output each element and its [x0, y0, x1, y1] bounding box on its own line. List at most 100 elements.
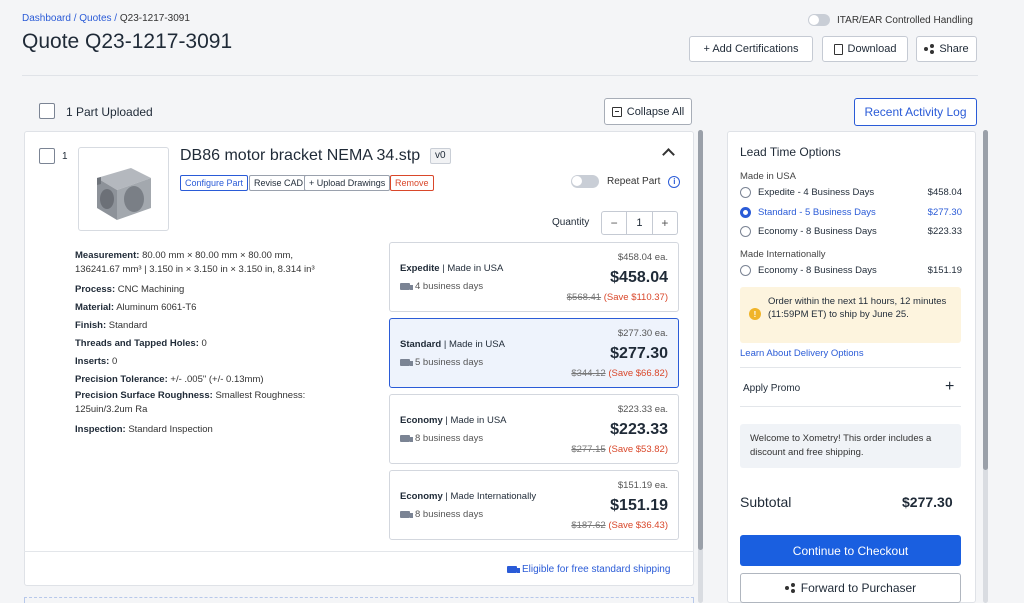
option-name: Expedite | Made in USA	[400, 263, 504, 274]
divider	[740, 367, 961, 368]
lead-time-option-expedite[interactable]: Expedite - 4 Business Days $458.04	[740, 187, 962, 198]
sidebar-scrollbar-thumb[interactable]	[983, 130, 988, 470]
download-button[interactable]: Download	[822, 36, 908, 62]
itar-label: ITAR/EAR Controlled Handling	[837, 14, 973, 26]
option-days: 8 business days	[400, 509, 483, 520]
breadcrumb-quotes-link[interactable]: Quotes	[79, 13, 111, 24]
option-savings: $187.62 (Save $36.43)	[571, 520, 668, 531]
quantity-stepper: − 1 +	[601, 211, 678, 235]
add-certifications-label: + Add Certifications	[703, 43, 799, 55]
option-name: Economy | Made Internationally	[400, 491, 537, 502]
lead-time-option-standard[interactable]: Standard - 5 Business Days $277.30	[740, 207, 962, 218]
lead-time-price: $277.30	[927, 207, 962, 218]
itar-toggle[interactable]	[808, 14, 830, 26]
option-price: $151.19	[610, 497, 668, 514]
option-days: 5 business days	[400, 357, 483, 368]
part-index: 1	[62, 151, 68, 162]
lead-time-option-economy-usa[interactable]: Economy - 8 Business Days $223.33	[740, 226, 962, 237]
lead-time-label: Standard - 5 Business Days	[758, 207, 876, 218]
collapse-icon	[611, 106, 622, 117]
quantity-label: Quantity	[552, 217, 590, 228]
share-label: Share	[939, 43, 969, 55]
info-icon[interactable]: i	[668, 175, 681, 188]
page-title: Quote Q23-1217-3091	[22, 30, 233, 53]
pricing-option-economy-usa[interactable]: Economy | Made in USA 8 business days $2…	[389, 394, 679, 464]
lead-time-label: Economy - 8 Business Days	[758, 226, 877, 237]
divider	[740, 406, 961, 407]
remove-part-button[interactable]: Remove	[390, 175, 434, 191]
collapse-all-button[interactable]: Collapse All	[604, 98, 692, 125]
sidebar-scrollbar[interactable]	[983, 130, 988, 603]
ship-deadline-text: Order within the next 11 hours, 12 minut…	[768, 296, 947, 320]
radio-button[interactable]	[740, 226, 751, 237]
quantity-input[interactable]: 1	[626, 212, 653, 234]
option-savings: $344.12 (Save $66.82)	[571, 368, 668, 379]
repeat-part-group: Repeat Part i	[571, 175, 681, 188]
free-shipping-link[interactable]: Eligible for free standard shipping	[507, 564, 670, 575]
breadcrumb-dashboard-link[interactable]: Dashboard	[22, 13, 71, 24]
spec-roughness: Precision Surface Roughness: Smallest Ro…	[75, 390, 306, 415]
add-certifications-button[interactable]: + Add Certifications	[689, 36, 813, 62]
spec-inserts: Inserts: 0	[75, 356, 118, 367]
recent-activity-log-button[interactable]: Recent Activity Log	[854, 98, 977, 126]
option-price: $277.30	[610, 345, 668, 362]
option-unit-price: $151.19 ea.	[617, 480, 668, 491]
truck-icon	[400, 283, 413, 290]
upload-drawings-button[interactable]: + Upload Drawings	[304, 175, 391, 191]
spec-finish: Finish: Standard	[75, 320, 148, 331]
option-unit-price: $458.04 ea.	[617, 252, 668, 263]
repeat-part-label: Repeat Part	[607, 176, 661, 187]
parts-scrollbar[interactable]	[698, 130, 703, 603]
apply-promo-label[interactable]: Apply Promo	[743, 383, 800, 394]
quantity-decrement-button[interactable]: −	[602, 212, 626, 234]
radio-button-selected[interactable]	[740, 207, 751, 218]
option-price: $458.04	[610, 269, 668, 286]
pricing-option-economy-intl[interactable]: Economy | Made Internationally 8 busines…	[389, 470, 679, 540]
forward-to-purchaser-button[interactable]: Forward to Purchaser	[740, 573, 961, 603]
radio-button[interactable]	[740, 265, 751, 276]
option-days: 4 business days	[400, 281, 483, 292]
pricing-option-standard[interactable]: Standard | Made in USA 5 business days $…	[389, 318, 679, 388]
lead-time-label: Economy - 8 Business Days	[758, 265, 877, 276]
spec-material: Material: Aluminum 6061-T6	[75, 302, 197, 313]
repeat-part-toggle[interactable]	[571, 175, 599, 188]
spec-tolerance: Precision Tolerance: +/- .005" (+/- 0.13…	[75, 374, 264, 385]
quantity-increment-button[interactable]: +	[653, 212, 677, 234]
truck-icon	[400, 435, 413, 442]
part-file-name[interactable]: DB86 motor bracket NEMA 34.stp	[180, 147, 420, 165]
revise-cad-button[interactable]: Revise CAD	[249, 175, 309, 191]
radio-button[interactable]	[740, 187, 751, 198]
part-render-image	[97, 168, 151, 220]
pricing-option-expedite[interactable]: Expedite | Made in USA 4 business days $…	[389, 242, 679, 312]
configure-part-button[interactable]: Configure Part	[180, 175, 249, 191]
share-icon	[924, 44, 935, 54]
learn-delivery-options-link[interactable]: Learn About Delivery Options	[740, 348, 864, 359]
option-savings: $277.15 (Save $53.82)	[571, 444, 668, 455]
card-divider	[24, 551, 694, 552]
select-all-checkbox[interactable]	[39, 103, 55, 119]
truck-icon	[400, 359, 413, 366]
welcome-message: Welcome to Xometry! This order includes …	[740, 424, 961, 468]
option-price: $223.33	[610, 421, 668, 438]
download-icon	[833, 43, 843, 55]
plus-icon[interactable]: +	[945, 378, 954, 396]
upload-dropzone[interactable]	[24, 597, 694, 603]
share-icon	[784, 583, 795, 593]
truck-icon	[507, 566, 520, 573]
forward-to-purchaser-label: Forward to Purchaser	[800, 581, 917, 595]
ship-deadline-notice: ! Order within the next 11 hours, 12 min…	[740, 287, 961, 343]
lead-time-option-economy-intl[interactable]: Economy - 8 Business Days $151.19	[740, 265, 962, 276]
option-savings: $568.41 (Save $110.37)	[566, 292, 668, 303]
collapse-all-label: Collapse All	[626, 105, 685, 118]
group-made-in-usa: Made in USA	[740, 171, 796, 182]
truck-icon	[400, 511, 413, 518]
parts-scrollbar-thumb[interactable]	[698, 130, 703, 550]
share-button[interactable]: Share	[916, 36, 977, 62]
spec-process: Process: CNC Machining	[75, 284, 185, 295]
lead-time-price: $151.19	[927, 265, 962, 276]
part-thumbnail[interactable]	[78, 147, 169, 231]
continue-to-checkout-button[interactable]: Continue to Checkout	[740, 535, 961, 566]
part-checkbox[interactable]	[39, 148, 55, 164]
part-version-badge: v0	[430, 148, 451, 164]
option-unit-price: $277.30 ea.	[617, 328, 668, 339]
